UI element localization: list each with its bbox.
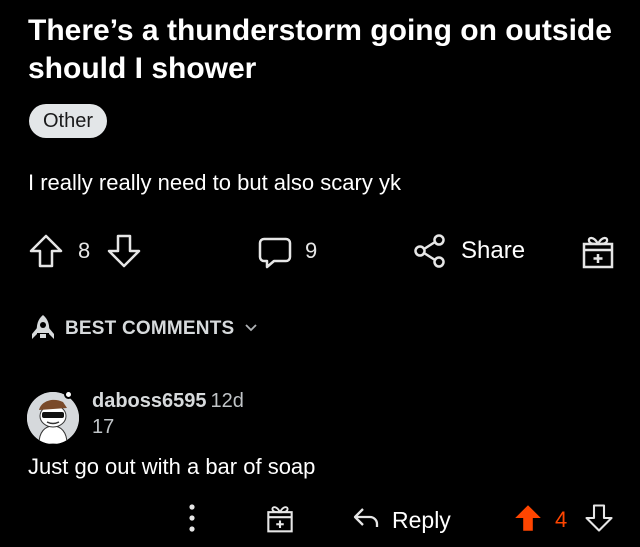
rocket-icon (29, 313, 57, 346)
post-body: I really really need to but also scary y… (28, 170, 401, 195)
comment-count-label: 9 (305, 238, 318, 263)
upvote-button[interactable] (26, 228, 66, 274)
chevron-down-icon (244, 320, 258, 338)
award-icon (265, 501, 295, 540)
downvote-icon (584, 501, 614, 540)
user-karma: 17 (92, 416, 115, 438)
post-vote-count: 8 (78, 228, 90, 274)
reply-button[interactable]: Reply (352, 500, 451, 540)
post-title: There’s a thunderstorm going on outside … (28, 14, 612, 85)
comment-downvote-button[interactable] (584, 500, 614, 540)
downvote-button[interactable] (106, 228, 142, 274)
share-icon (413, 233, 447, 269)
award-icon (580, 231, 616, 271)
username[interactable]: daboss6595 (92, 390, 207, 412)
more-icon (186, 500, 198, 541)
reply-icon (352, 506, 380, 535)
comment-vote-count-label: 4 (555, 507, 568, 532)
avatar[interactable] (27, 392, 79, 444)
comment-count: 9 (305, 228, 317, 274)
comment-text: Just go out with a bar of soap (28, 454, 316, 479)
comment-icon (256, 231, 294, 271)
more-options-button[interactable] (186, 500, 198, 540)
post-flair[interactable]: Other (29, 104, 108, 138)
online-status-indicator (64, 390, 73, 399)
upvote-icon (26, 231, 66, 271)
comment-upvote-button[interactable] (512, 500, 544, 540)
sort-label: BEST COMMENTS (65, 318, 235, 339)
comment-age: 12d (210, 390, 244, 412)
upvote-icon (512, 501, 544, 540)
comment-button[interactable] (256, 228, 294, 274)
comment-action-bar: Reply 4 (0, 500, 640, 540)
comment-sort-selector[interactable]: BEST COMMENTS (29, 314, 258, 344)
share-label: Share (461, 237, 526, 264)
downvote-icon (106, 231, 142, 271)
reply-label: Reply (392, 506, 451, 533)
post-vote-count-label: 8 (78, 238, 91, 263)
share-button[interactable]: Share (413, 228, 525, 274)
comment-award-button[interactable] (265, 500, 295, 540)
comment-vote-count: 4 (555, 500, 567, 540)
post-action-bar: 8 9 Share (0, 228, 640, 274)
award-button[interactable] (580, 228, 616, 274)
comment-author[interactable]: daboss6595 12d (92, 390, 244, 413)
